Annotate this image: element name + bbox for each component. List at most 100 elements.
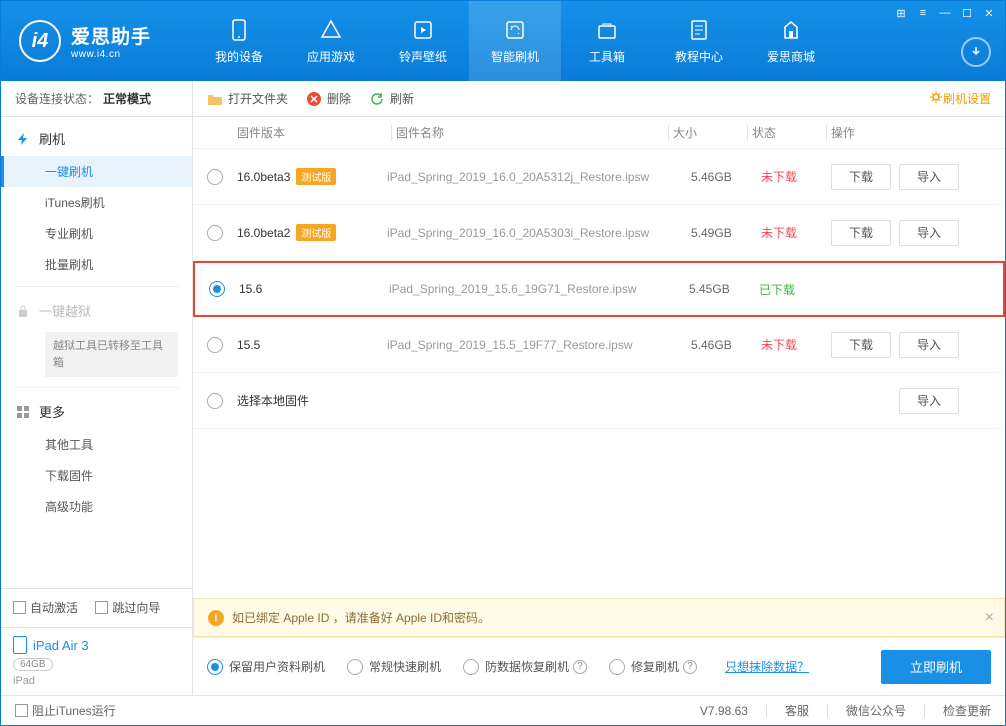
sidebar-item-pro[interactable]: 专业刷机 bbox=[1, 218, 192, 249]
logo[interactable]: i4 爱思助手 www.i4.cn bbox=[1, 20, 193, 62]
sidebar-group-jailbreak: 一键越狱 bbox=[1, 293, 192, 328]
sidebar-item-one-click[interactable]: 一键刷机 bbox=[1, 156, 192, 187]
nav-tab[interactable]: 教程中心 bbox=[653, 1, 745, 81]
version-cell: 15.6 bbox=[239, 282, 389, 296]
group-label: 一键越狱 bbox=[39, 301, 91, 320]
folder-icon bbox=[207, 91, 223, 107]
sidebar-item-batch[interactable]: 批量刷机 bbox=[1, 249, 192, 280]
firmware-row[interactable]: 16.0beta3测试版 iPad_Spring_2019_16.0_20A53… bbox=[193, 149, 1005, 205]
download-button[interactable]: 下载 bbox=[831, 220, 891, 246]
erase-data-link[interactable]: 只想抹除数据？ bbox=[725, 658, 809, 675]
sidebar-item-itunes[interactable]: iTunes刷机 bbox=[1, 187, 192, 218]
block-itunes-checkbox[interactable]: 阻止iTunes运行 bbox=[15, 702, 116, 719]
col-version: 固件版本 bbox=[237, 124, 387, 141]
option-keep-data[interactable]: 保留用户资料刷机 bbox=[207, 658, 325, 675]
option-normal[interactable]: 常规快速刷机 bbox=[347, 658, 441, 675]
import-button[interactable]: 导入 bbox=[899, 220, 959, 246]
ops-cell: 下载导入 bbox=[831, 220, 991, 246]
sidebar-group-more[interactable]: 更多 bbox=[1, 394, 192, 429]
open-folder-button[interactable]: 打开文件夹 bbox=[207, 90, 288, 107]
ops-cell: 下载导入 bbox=[831, 164, 991, 190]
filename-cell: iPad_Spring_2019_16.0_20A5312j_Restore.i… bbox=[387, 170, 691, 184]
beta-tag: 测试版 bbox=[296, 168, 336, 185]
auto-activate-checkbox[interactable]: 自动激活 bbox=[13, 599, 78, 616]
col-ops: 操作 bbox=[831, 124, 991, 141]
nav-icon bbox=[779, 18, 803, 42]
device-info[interactable]: iPad Air 3 64GB iPad bbox=[1, 627, 192, 695]
skip-guide-checkbox[interactable]: 跳过向导 bbox=[95, 599, 160, 616]
sidebar-item-advanced[interactable]: 高级功能 bbox=[1, 491, 192, 522]
status-value: 正常模式 bbox=[103, 90, 151, 107]
sidebar-group-flash[interactable]: 刷机 bbox=[1, 121, 192, 156]
row-radio[interactable] bbox=[207, 169, 223, 185]
col-name: 固件名称 bbox=[396, 124, 664, 141]
divider bbox=[15, 286, 178, 287]
option-repair[interactable]: 修复刷机? bbox=[609, 658, 697, 675]
size-cell: 5.49GB bbox=[691, 226, 761, 240]
flash-now-button[interactable]: 立即刷机 bbox=[881, 650, 991, 684]
status-cell: 未下载 bbox=[761, 336, 831, 353]
import-button[interactable]: 导入 bbox=[899, 388, 959, 414]
nav-tab[interactable]: 我的设备 bbox=[193, 1, 285, 81]
sidebar-item-other-tools[interactable]: 其他工具 bbox=[1, 429, 192, 460]
row-radio[interactable] bbox=[207, 337, 223, 353]
divider bbox=[15, 387, 178, 388]
nav-icon bbox=[227, 18, 251, 42]
nav-tab[interactable]: 工具箱 bbox=[561, 1, 653, 81]
help-icon[interactable]: ? bbox=[683, 660, 697, 674]
nav-tab[interactable]: 智能刷机 bbox=[469, 1, 561, 81]
size-cell: 5.46GB bbox=[691, 170, 761, 184]
help-icon[interactable]: ? bbox=[573, 660, 587, 674]
jailbreak-note: 越狱工具已转移至工具箱 bbox=[45, 332, 178, 377]
import-button[interactable]: 导入 bbox=[899, 164, 959, 190]
maximize-button[interactable]: ☐ bbox=[957, 5, 977, 21]
download-indicator-icon[interactable] bbox=[961, 37, 991, 67]
refresh-icon bbox=[369, 91, 385, 107]
flash-settings-button[interactable]: 刷机设置 bbox=[929, 90, 991, 107]
delete-button[interactable]: 删除 bbox=[306, 90, 351, 107]
row-radio[interactable] bbox=[207, 225, 223, 241]
footer-service[interactable]: 客服 bbox=[785, 702, 809, 719]
refresh-button[interactable]: 刷新 bbox=[369, 90, 414, 107]
lock-icon bbox=[15, 303, 31, 319]
close-button[interactable]: ✕ bbox=[979, 5, 999, 21]
import-button[interactable]: 导入 bbox=[899, 332, 959, 358]
group-label: 刷机 bbox=[39, 129, 65, 148]
footer: 阻止iTunes运行 V7.98.63 客服 微信公众号 检查更新 bbox=[1, 695, 1005, 725]
minimize-button[interactable]: — bbox=[935, 5, 955, 21]
version-cell: 16.0beta3测试版 bbox=[237, 168, 387, 185]
warning-text: 如已绑定 Apple ID ，请准备好 Apple ID和密码。 bbox=[232, 609, 490, 626]
close-warning-button[interactable]: × bbox=[985, 609, 994, 627]
nav-tab[interactable]: 铃声壁纸 bbox=[377, 1, 469, 81]
nav-tab[interactable]: 爱思商城 bbox=[745, 1, 837, 81]
window-controls: ⊞ ≡ — ☐ ✕ bbox=[891, 5, 999, 21]
nav-tab[interactable]: 应用游戏 bbox=[285, 1, 377, 81]
grid-icon[interactable]: ⊞ bbox=[891, 5, 911, 21]
main-nav: 我的设备应用游戏铃声壁纸智能刷机工具箱教程中心爱思商城 bbox=[193, 1, 837, 81]
device-type: iPad bbox=[13, 675, 180, 687]
download-button[interactable]: 下载 bbox=[831, 164, 891, 190]
firmware-row[interactable]: 15.6 iPad_Spring_2019_15.6_19G71_Restore… bbox=[193, 261, 1005, 317]
menu-icon[interactable]: ≡ bbox=[913, 5, 933, 21]
toolbar: 打开文件夹 删除 刷新 刷机设置 bbox=[193, 81, 1005, 117]
firmware-row[interactable]: 16.0beta2测试版 iPad_Spring_2019_16.0_20A53… bbox=[193, 205, 1005, 261]
footer-wechat[interactable]: 微信公众号 bbox=[846, 702, 906, 719]
col-status: 状态 bbox=[752, 124, 822, 141]
delete-icon bbox=[306, 91, 322, 107]
device-name: iPad Air 3 bbox=[13, 636, 180, 654]
row-radio[interactable] bbox=[207, 393, 223, 409]
firmware-row[interactable]: 15.5 iPad_Spring_2019_15.5_19F77_Restore… bbox=[193, 317, 1005, 373]
option-anti-recovery[interactable]: 防数据恢复刷机? bbox=[463, 658, 587, 675]
download-button[interactable]: 下载 bbox=[831, 332, 891, 358]
row-radio[interactable] bbox=[209, 281, 225, 297]
firmware-row-local[interactable]: 选择本地固件 导入 bbox=[193, 373, 1005, 429]
firmware-table: 16.0beta3测试版 iPad_Spring_2019_16.0_20A53… bbox=[193, 149, 1005, 598]
size-cell: 5.45GB bbox=[689, 282, 759, 296]
nav-icon bbox=[319, 18, 343, 42]
filename-cell: iPad_Spring_2019_15.5_19F77_Restore.ipsw bbox=[387, 338, 691, 352]
col-size: 大小 bbox=[673, 124, 743, 141]
sidebar-item-download-fw[interactable]: 下载固件 bbox=[1, 460, 192, 491]
beta-tag: 测试版 bbox=[296, 224, 336, 241]
footer-update[interactable]: 检查更新 bbox=[943, 702, 991, 719]
nav-icon bbox=[411, 18, 435, 42]
